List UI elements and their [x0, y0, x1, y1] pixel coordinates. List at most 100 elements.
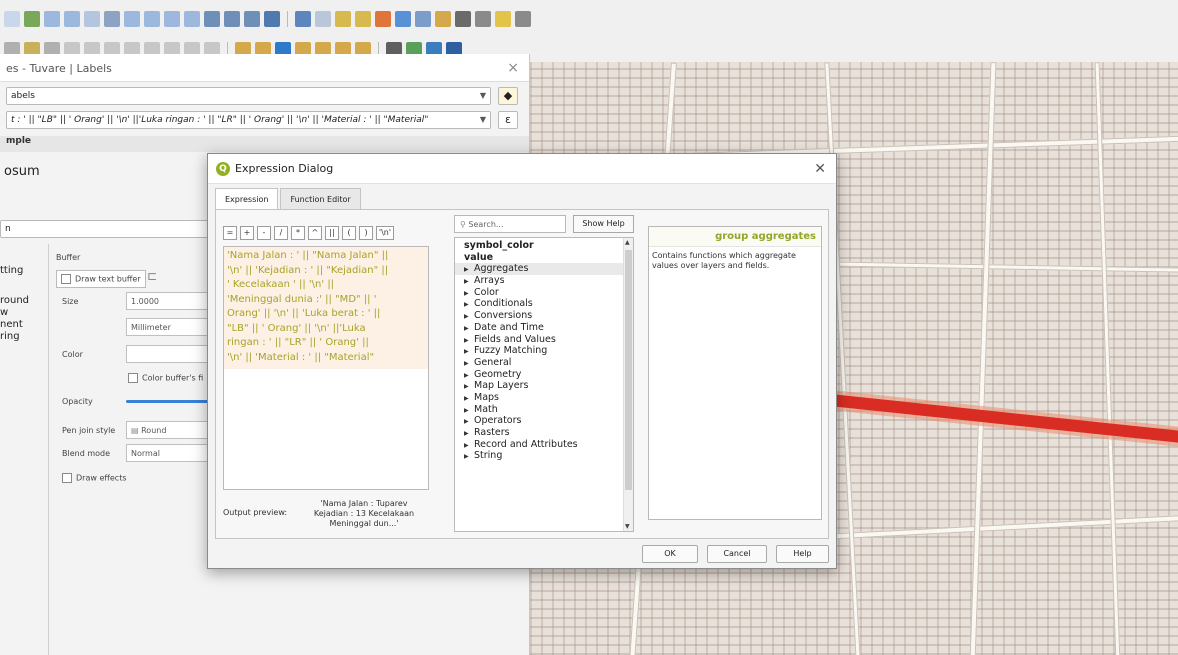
scrollbar-thumb[interactable] [625, 250, 632, 490]
tab-shadow[interactable]: w [0, 307, 8, 318]
attribute-table-icon[interactable] [395, 11, 411, 27]
temporal-icon[interactable] [244, 11, 260, 27]
tab-formatting[interactable]: tting [0, 265, 23, 276]
refresh-icon[interactable] [264, 11, 280, 27]
output-preview-line: 'Nama Jalan : Tuparev [320, 499, 408, 508]
color-buffer-fill-checkbox[interactable]: Color buffer's fi [128, 373, 203, 383]
function-item-value[interactable]: value [455, 252, 633, 264]
function-group-math[interactable]: ▶ Math [455, 404, 633, 416]
zoom-out-icon[interactable] [64, 11, 80, 27]
expression-editor[interactable]: 'Nama Jalan : ' || "Nama Jalan" || '\n' … [223, 246, 429, 490]
operator-newline-button[interactable]: '\n' [376, 226, 394, 240]
operator-minus-button[interactable]: - [257, 226, 271, 240]
expression-button[interactable]: ε [498, 111, 518, 129]
help-button[interactable]: Help [776, 545, 829, 563]
function-group-string[interactable]: ▶ String [455, 450, 633, 462]
operator-multiply-button[interactable]: * [291, 226, 305, 240]
buffer-size-input[interactable]: 1.0000 [126, 292, 210, 310]
function-group-rasters[interactable]: ▶ Rasters [455, 427, 633, 439]
function-item-symbol-color[interactable]: symbol_color [455, 240, 633, 252]
buffer-unit-select[interactable]: Millimeter [126, 318, 210, 336]
zoom-next-icon[interactable] [184, 11, 200, 27]
function-group-maps[interactable]: ▶ Maps [455, 392, 633, 404]
label-expression-field[interactable]: t : ' || "LB" || ' Orang' || '\n' ||'Luk… [6, 111, 491, 129]
deselect-icon[interactable] [355, 11, 371, 27]
sample-section-label: mple [6, 136, 32, 146]
statistics-icon[interactable] [435, 11, 451, 27]
opacity-slider[interactable] [126, 400, 210, 403]
function-group-conditionals[interactable]: ▶ Conditionals [455, 298, 633, 310]
select-by-value-icon[interactable] [375, 11, 391, 27]
tab-background[interactable]: round [0, 295, 29, 306]
operator-plus-button[interactable]: + [240, 226, 254, 240]
close-icon[interactable]: ✕ [814, 161, 826, 177]
layer-style-button[interactable]: ◆ [498, 87, 518, 105]
cancel-button[interactable]: Cancel [707, 545, 767, 563]
show-help-button[interactable]: Show Help [573, 215, 634, 233]
label-mode-value: abels [11, 91, 35, 101]
function-group-geometry[interactable]: ▶ Geometry [455, 369, 633, 381]
select-features-icon[interactable] [335, 11, 351, 27]
highlighted-road-line[interactable] [829, 394, 1178, 445]
function-group-conversions[interactable]: ▶ Conversions [455, 310, 633, 322]
road [1094, 62, 1121, 655]
tab-function-editor[interactable]: Function Editor [280, 188, 361, 210]
draw-text-buffer-checkbox[interactable]: Draw text buffer [56, 270, 146, 288]
blend-mode-select[interactable]: Normal [126, 444, 210, 462]
search-placeholder: Search... [468, 220, 504, 229]
tab-rendering[interactable]: ring [0, 331, 20, 342]
new-3d-view-icon[interactable] [224, 11, 240, 27]
operator-concat-button[interactable]: || [325, 226, 339, 240]
data-defined-override-icon[interactable]: ⊏ [147, 269, 157, 283]
function-item-label: Maps [474, 391, 499, 403]
function-group-fuzzy-matching[interactable]: ▶ Fuzzy Matching [455, 345, 633, 357]
operator-equals-button[interactable]: = [223, 226, 237, 240]
operator-power-button[interactable]: ^ [308, 226, 322, 240]
output-preview-label: Output preview: [223, 508, 288, 517]
draw-effects-label: Draw effects [76, 473, 127, 483]
function-group-map-layers[interactable]: ▶ Map Layers [455, 380, 633, 392]
expression-code[interactable]: 'Nama Jalan : ' || "Nama Jalan" || '\n' … [224, 247, 428, 369]
pen-join-select[interactable]: ▤ Round [126, 421, 210, 439]
identify-icon[interactable] [295, 11, 311, 27]
zoom-full-icon[interactable] [84, 11, 100, 27]
function-list-scrollbar[interactable]: ▲ ▼ [623, 238, 633, 531]
operator-close-paren-button[interactable]: ) [359, 226, 373, 240]
measure-icon[interactable] [475, 11, 491, 27]
tab-expression[interactable]: Expression [215, 188, 279, 210]
ok-button[interactable]: OK [642, 545, 698, 563]
draw-effects-checkbox[interactable]: Draw effects [62, 473, 127, 483]
expression-line: "LB" || ' Orang' || '\n' ||'Luka [227, 322, 366, 334]
annotation-icon[interactable] [515, 11, 531, 27]
tab-placement[interactable]: nent [0, 319, 23, 330]
function-group-record-and-attributes[interactable]: ▶ Record and Attributes [455, 439, 633, 451]
operator-divide-button[interactable]: / [274, 226, 288, 240]
scroll-up-icon[interactable]: ▲ [625, 239, 630, 246]
scroll-down-icon[interactable]: ▼ [625, 523, 630, 530]
function-group-arrays[interactable]: ▶ Arrays [455, 275, 633, 287]
function-group-date-and-time[interactable]: ▶ Date and Time [455, 322, 633, 334]
function-group-color[interactable]: ▶ Color [455, 287, 633, 299]
pan-icon[interactable] [4, 11, 20, 27]
zoom-in-icon[interactable] [44, 11, 60, 27]
sum-icon[interactable] [455, 11, 471, 27]
zoom-last-icon[interactable] [164, 11, 180, 27]
function-group-general[interactable]: ▶ General [455, 357, 633, 369]
buffer-color-button[interactable] [126, 345, 210, 363]
function-list[interactable]: symbol_color value ▶ Aggregates ▶ Arrays ▶… [454, 237, 634, 532]
function-group-fields-and-values[interactable]: ▶ Fields and Values [455, 334, 633, 346]
zoom-selection-icon[interactable] [104, 11, 120, 27]
identify-features-icon[interactable] [315, 11, 331, 27]
operator-open-paren-button[interactable]: ( [342, 226, 356, 240]
zoom-layer-icon[interactable] [124, 11, 140, 27]
map-tips-icon[interactable] [495, 11, 511, 27]
zoom-native-icon[interactable] [144, 11, 160, 27]
label-mode-select[interactable]: abels ▼ [6, 87, 491, 105]
function-group-aggregates[interactable]: ▶ Aggregates [455, 263, 633, 276]
function-search-input[interactable]: ⚲ Search... [454, 215, 566, 233]
field-calculator-icon[interactable] [415, 11, 431, 27]
new-map-view-icon[interactable] [204, 11, 220, 27]
function-group-operators[interactable]: ▶ Operators [455, 415, 633, 427]
close-icon[interactable]: × [507, 60, 519, 76]
pan-to-selection-icon[interactable] [24, 11, 40, 27]
